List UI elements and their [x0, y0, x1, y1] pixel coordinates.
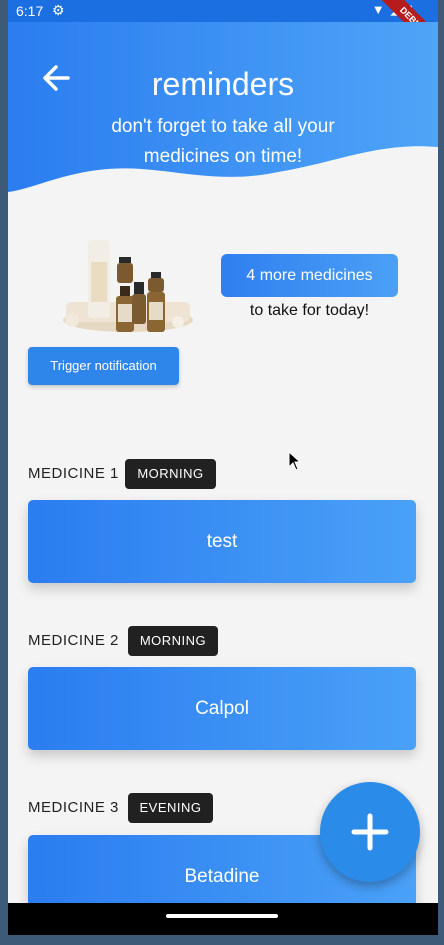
time-tag: MORNING — [125, 459, 216, 489]
plus-icon — [351, 813, 389, 851]
wifi-icon: ▼ — [371, 2, 386, 17]
header: reminders don't forget to take all your … — [8, 22, 438, 212]
medicine-label: MEDICINE 1 — [28, 465, 119, 482]
medicine-label: MEDICINE 2 — [28, 632, 119, 649]
mouse-cursor-icon — [288, 451, 302, 471]
app-screen: 6:17 ⚙ ▼ ◢ ▮ DEBUG reminders don't forge… — [8, 0, 438, 935]
medicine-label: MEDICINE 3 — [28, 799, 119, 816]
more-medicines-badge: 4 more medicines — [221, 254, 398, 297]
medicine-card[interactable]: test — [28, 500, 416, 583]
system-navigation-bar — [8, 903, 438, 935]
medicine-product-image — [58, 232, 198, 342]
trigger-notification-button[interactable]: Trigger notification — [28, 347, 179, 385]
today-text: to take for today! — [249, 302, 370, 319]
time-tag: MORNING — [128, 626, 218, 656]
time-tag: EVENING — [128, 793, 213, 823]
page-subtitle: don't forget to take all your medicines … — [111, 116, 335, 167]
medicine-card[interactable]: Calpol — [28, 667, 416, 750]
add-medicine-button[interactable] — [320, 782, 420, 882]
home-handle[interactable] — [166, 914, 278, 918]
gear-icon: ⚙ — [52, 2, 65, 18]
status-bar: 6:17 ⚙ ▼ ◢ ▮ DEBUG — [8, 0, 438, 65]
status-time: 6:17 — [16, 3, 44, 19]
page-title: reminders — [151, 66, 295, 102]
